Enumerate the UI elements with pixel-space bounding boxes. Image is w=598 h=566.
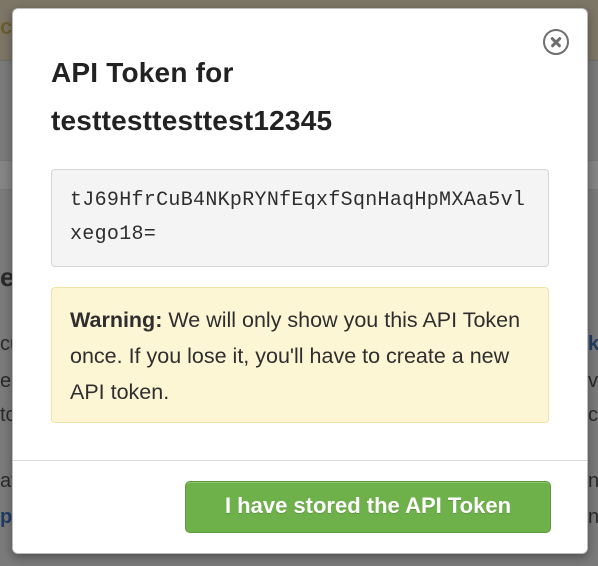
background-text-fragment: c <box>588 404 598 426</box>
background-banner-fragment: c <box>0 14 13 39</box>
background-text-fragment: n <box>588 506 598 528</box>
modal-footer: I have stored the API Token <box>13 460 587 553</box>
background-link-fragment: k <box>588 333 598 355</box>
modal-title: API Token for testtesttesttest12345 <box>51 57 333 136</box>
api-token-value: tJ69HfrCuB4NKpRYNfEqxfSqnHaqHpMXAa5vlxeg… <box>51 169 549 267</box>
background-text-fragment: n <box>588 470 598 492</box>
confirm-stored-token-button[interactable]: I have stored the API Token <box>185 481 551 533</box>
close-icon[interactable] <box>543 29 569 55</box>
warning-label: Warning: <box>70 308 163 332</box>
api-token-modal: API Token for testtesttesttest12345 tJ69… <box>12 8 588 554</box>
background-text-fragment: v <box>588 370 598 392</box>
warning-message: Warning: We will only show you this API … <box>51 287 549 423</box>
